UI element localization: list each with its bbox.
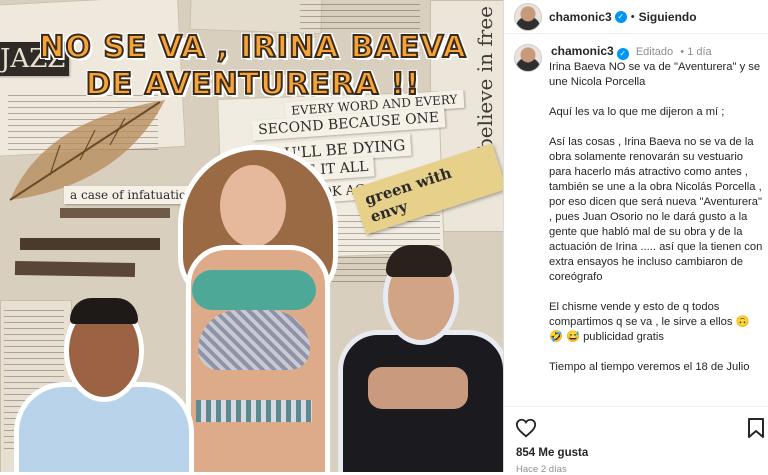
bead-belt bbox=[196, 400, 312, 422]
posted-ago: Hace 2 días bbox=[516, 464, 567, 475]
separator-dot: • bbox=[630, 10, 635, 23]
post-details-panel: chamonic3 ✓ • Siguiendo chamonic3 ✓ Edita… bbox=[503, 0, 768, 475]
image-headline-line1: NO SE VA , IRINA BAEVA bbox=[38, 29, 467, 66]
dark-strip bbox=[14, 260, 136, 278]
verified-badge-icon: ✓ bbox=[614, 10, 627, 23]
separator-dot: • bbox=[680, 46, 685, 58]
hands bbox=[368, 367, 468, 409]
caption-paragraph: Así las cosas , Irina Baeva no se va de … bbox=[549, 136, 763, 283]
avatar[interactable] bbox=[514, 2, 542, 31]
person-juan-osorio-cutout bbox=[14, 292, 194, 472]
dark-strip bbox=[20, 238, 160, 250]
post-image[interactable]: JAZZ EVERY WORD AND EVERY SECOND BECAUSE… bbox=[0, 0, 503, 472]
teal-straps bbox=[192, 270, 316, 310]
post-header: chamonic3 ✓ • Siguiendo bbox=[504, 0, 768, 34]
caption-paragraph: Aquí les va lo que me dijeron a mí ; bbox=[549, 106, 725, 118]
header-username[interactable]: chamonic3 bbox=[549, 10, 612, 24]
following-button[interactable]: Siguiendo bbox=[639, 10, 697, 24]
person-nicola-porcella-cutout bbox=[338, 235, 503, 472]
face bbox=[220, 165, 286, 247]
person-irina-cutout bbox=[168, 145, 338, 472]
post-time[interactable]: 1 día bbox=[687, 46, 711, 58]
edited-label: Editado bbox=[635, 46, 674, 58]
avatar[interactable] bbox=[514, 44, 542, 72]
caption-paragraph: Irina Baeva NO se va de "Aventurera" y s… bbox=[549, 61, 761, 88]
heart-icon[interactable] bbox=[515, 417, 537, 439]
caption-text: Irina Baeva NO se va de "Aventurera" y s… bbox=[549, 60, 763, 375]
sequin-top bbox=[198, 310, 310, 370]
hair bbox=[70, 298, 138, 324]
image-headline-line2: DE AVENTURERA !! bbox=[85, 66, 421, 103]
caption-username[interactable]: chamonic3 bbox=[551, 44, 614, 58]
likes-count[interactable]: 854 Me gusta bbox=[516, 447, 588, 459]
hair bbox=[386, 245, 452, 277]
verified-badge-icon: ✓ bbox=[616, 48, 629, 60]
instagram-post-view: JAZZ EVERY WORD AND EVERY SECOND BECAUSE… bbox=[0, 0, 768, 475]
caption-paragraph: Tiempo al tiempo veremos el 18 de Julio bbox=[549, 361, 750, 373]
bookmark-icon[interactable] bbox=[747, 417, 765, 439]
caption-paragraph: El chisme vende y esto de q todos compar… bbox=[549, 301, 750, 343]
action-bar: 854 Me gusta Hace 2 días bbox=[504, 406, 768, 475]
caption-block: chamonic3 ✓ Editado • 1 día Irina Baeva N… bbox=[514, 44, 763, 390]
